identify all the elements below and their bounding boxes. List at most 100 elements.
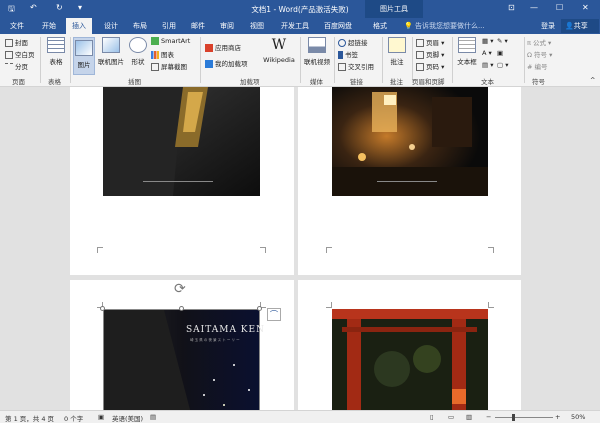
shapes-button[interactable]: 形状	[128, 37, 148, 66]
signature-line-icon[interactable]: ✎ ▾	[497, 37, 508, 45]
share-button[interactable]: 👤共享	[561, 19, 599, 33]
bookmark-label: 书签	[345, 51, 358, 59]
table-button[interactable]: 表格	[45, 37, 67, 66]
zoom-level[interactable]: 50%	[571, 413, 585, 421]
smartart-button[interactable]: SmartArt	[151, 37, 190, 45]
night-street-photo[interactable]	[332, 87, 488, 196]
torii-gate-photo[interactable]	[332, 309, 488, 410]
margin-corner	[260, 247, 266, 253]
redo-icon[interactable]: ↻	[56, 3, 63, 12]
save-icon[interactable]: 🖫	[8, 3, 15, 17]
symbol-label: 符号	[534, 51, 548, 59]
proofing-icon[interactable]: ▣	[98, 413, 104, 421]
page-count[interactable]: 第 1 页，共 4 页	[5, 413, 54, 423]
picture-button[interactable]: 图片	[73, 37, 95, 75]
rotate-handle-icon[interactable]: ⟳	[174, 281, 186, 297]
resize-handle[interactable]	[257, 306, 262, 311]
macro-icon[interactable]: ▤	[150, 413, 156, 421]
group-label-header-footer: 页眉和页脚	[412, 78, 445, 86]
online-picture-label: 联机图片	[98, 58, 124, 66]
tab-insert[interactable]: 插入	[66, 18, 92, 34]
word-count[interactable]: 0 个字	[64, 413, 83, 423]
break-label: 分页	[15, 63, 28, 71]
page	[70, 87, 294, 275]
resize-handle[interactable]	[179, 306, 184, 311]
resize-handle[interactable]	[100, 306, 105, 311]
layout-options-icon[interactable]: ⌒	[267, 308, 281, 321]
hyperlink-button[interactable]: 超链接	[338, 37, 368, 47]
wikipedia-button[interactable]: W Wikipedia	[262, 37, 296, 64]
zoom-slider[interactable]	[495, 417, 553, 418]
screenshot-icon	[151, 63, 159, 71]
title-bar: 🖫 ↶ ↻ ▾ 文档1 - Word(产品激活失败) 图片工具 ⊡ — ☐ ✕	[0, 0, 600, 18]
status-bar: 第 1 页，共 4 页 0 个字 ▣ 英语(美国) ▤ ▯ ▭ ▥ − + 50…	[0, 410, 600, 423]
quick-parts-icon[interactable]: ▦ ▾	[482, 37, 493, 45]
my-addins-icon	[205, 60, 213, 68]
tab-file[interactable]: 文件	[10, 21, 24, 31]
close-icon[interactable]: ✕	[582, 3, 589, 12]
separator	[382, 37, 383, 83]
shapes-label: 形状	[131, 58, 145, 66]
tab-layout[interactable]: 布局	[133, 21, 147, 31]
symbol-button[interactable]: Ω 符号 ▾	[527, 49, 552, 59]
tab-baidu[interactable]: 百度网盘	[324, 21, 352, 31]
equation-button[interactable]: π 公式 ▾	[527, 37, 551, 47]
comment-icon	[388, 37, 406, 53]
tab-references[interactable]: 引用	[162, 21, 176, 31]
cross-reference-button[interactable]: 交叉引用	[338, 61, 374, 71]
minimize-icon[interactable]: —	[530, 3, 538, 12]
ribbon-display-icon[interactable]: ⊡	[508, 3, 515, 12]
zoom-in-button[interactable]: +	[555, 413, 560, 421]
object-icon[interactable]: ▢ ▾	[497, 61, 508, 69]
qat-more-icon[interactable]: ▾	[78, 3, 82, 12]
online-picture-button[interactable]: 联机图片	[97, 37, 125, 66]
my-addins-button[interactable]: 我的加载项	[205, 58, 248, 68]
tab-review[interactable]: 审阅	[220, 21, 234, 31]
tell-me-search[interactable]: 💡 告诉我您想要做什么...	[404, 21, 485, 31]
group-label-links: 链接	[350, 78, 363, 86]
cover-page-button[interactable]: 封面	[5, 37, 28, 47]
group-label-addins: 加载项	[240, 78, 260, 86]
maximize-icon[interactable]: ☐	[556, 3, 563, 12]
tab-design[interactable]: 设计	[104, 21, 118, 31]
read-mode-icon[interactable]: ▯	[430, 413, 434, 421]
zoom-out-button[interactable]: −	[486, 413, 491, 421]
undo-icon[interactable]: ↶	[30, 3, 37, 12]
tab-format[interactable]: 格式	[373, 21, 387, 31]
margin-corner	[326, 302, 332, 308]
page-break-button[interactable]: 分页	[5, 61, 28, 71]
online-video-button[interactable]: 联机视频	[303, 37, 331, 66]
collapse-ribbon-icon[interactable]: ^	[590, 76, 595, 84]
blank-page-button[interactable]: 空白页	[5, 49, 35, 59]
chart-button[interactable]: 图表	[151, 49, 174, 59]
zoom-slider-thumb[interactable]	[512, 414, 515, 421]
language[interactable]: 英语(美国)	[112, 413, 143, 423]
header-button[interactable]: 页眉 ▾	[416, 37, 444, 47]
table-icon	[47, 37, 65, 53]
table-label: 表格	[49, 58, 63, 66]
cover-subtitle: 埼 玉 県 の 夜 景 ス ト ー リ ー	[190, 338, 240, 342]
tab-home[interactable]: 开始	[42, 21, 56, 31]
print-layout-icon[interactable]: ▭	[448, 413, 454, 421]
wordart-icon[interactable]: A ▾	[482, 49, 492, 57]
footer-label: 页脚	[426, 51, 439, 59]
tab-developer[interactable]: 开发工具	[281, 21, 309, 31]
numbering-button[interactable]: # 编号	[527, 61, 548, 71]
page-number-button[interactable]: 页码 ▾	[416, 61, 444, 71]
login-link[interactable]: 登录	[541, 21, 555, 31]
comment-button[interactable]: 批注	[386, 37, 408, 66]
tab-mailings[interactable]: 邮件	[191, 21, 205, 31]
smartart-label: SmartArt	[161, 37, 191, 45]
bookmark-button[interactable]: 书签	[338, 49, 358, 59]
dropcap-icon[interactable]: ▤ ▾	[482, 61, 493, 69]
screenshot-button[interactable]: 屏幕截图	[151, 61, 187, 71]
datetime-icon[interactable]: ▣	[497, 49, 503, 57]
store-button[interactable]: 应用商店	[205, 42, 241, 52]
my-addins-label: 我的加载项	[215, 60, 248, 68]
dark-building-photo[interactable]	[103, 87, 260, 196]
link-icon	[338, 39, 346, 47]
web-layout-icon[interactable]: ▥	[466, 413, 472, 421]
textbox-button[interactable]: 文本框	[455, 37, 479, 66]
tab-view[interactable]: 视图	[250, 21, 264, 31]
footer-button[interactable]: 页脚 ▾	[416, 49, 444, 59]
